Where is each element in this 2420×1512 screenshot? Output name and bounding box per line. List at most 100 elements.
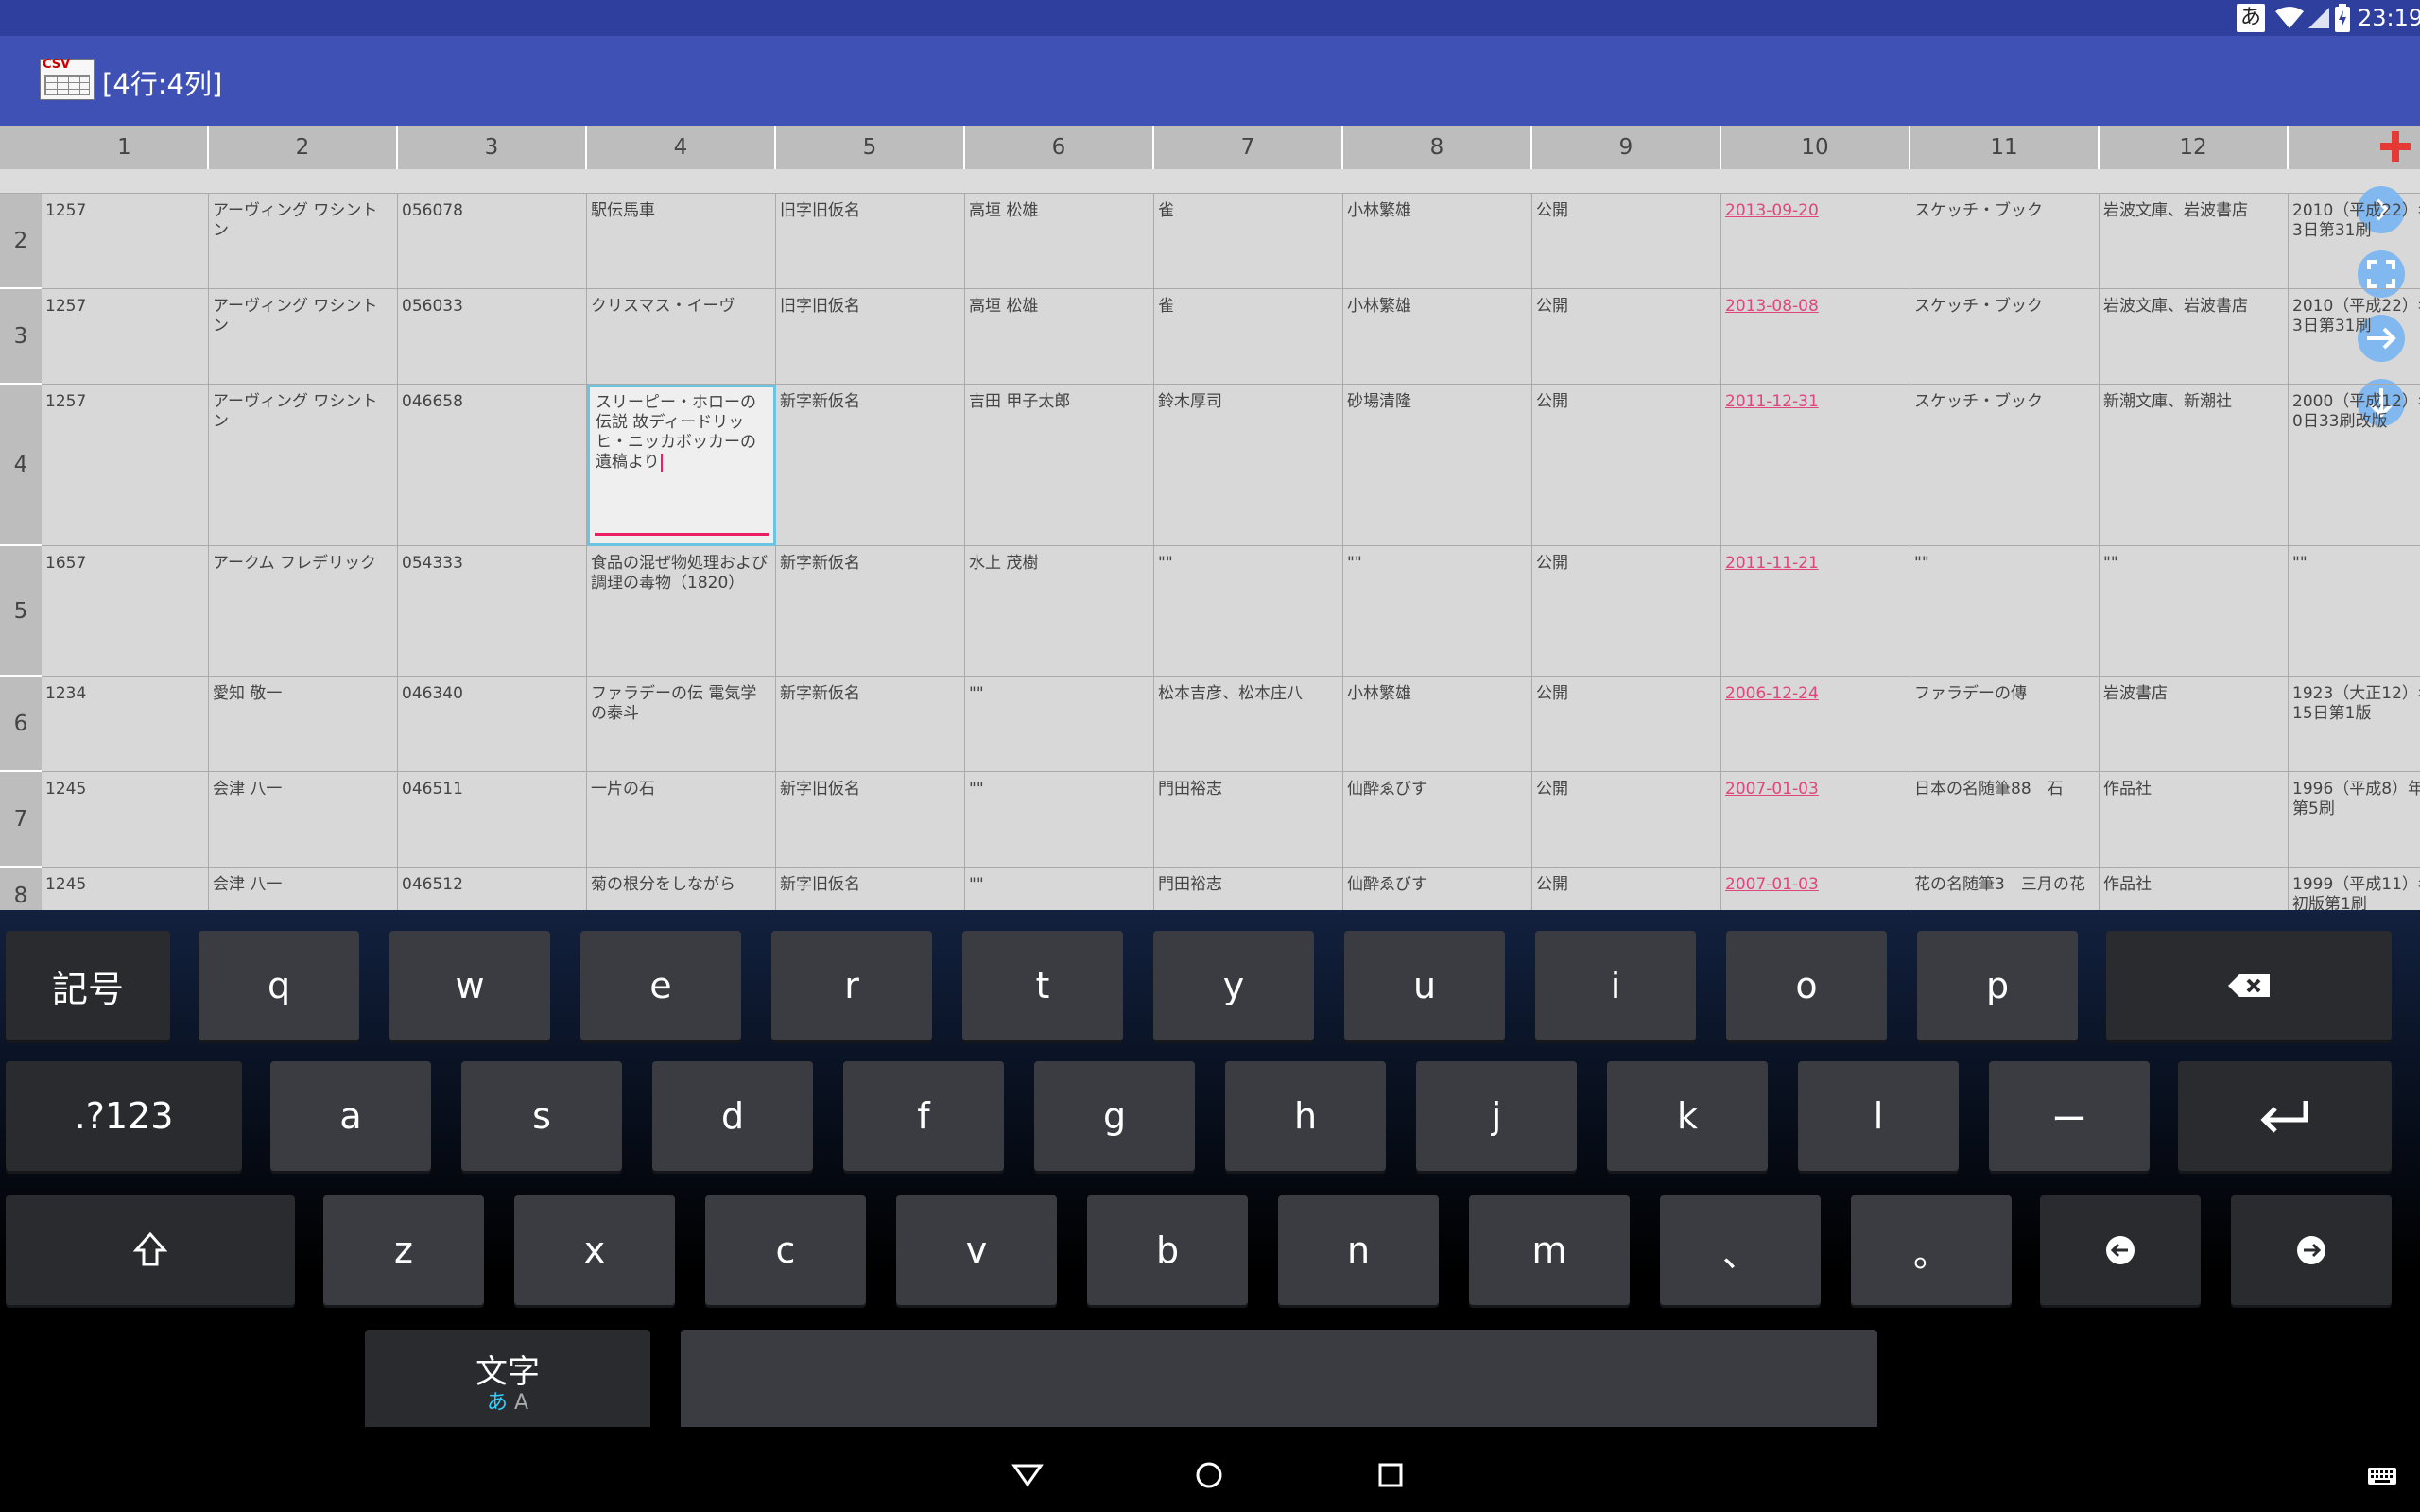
table-cell[interactable]: スケッチ・ブック	[1910, 194, 2100, 289]
key-h[interactable]: h	[1225, 1061, 1386, 1171]
table-cell[interactable]: 1257	[42, 289, 209, 385]
table-cell[interactable]: 雀	[1154, 194, 1343, 289]
table-cell[interactable]: 2000（平成12）年9月20日33刷改版	[2289, 385, 2420, 546]
column-header-6[interactable]: 6	[965, 126, 1154, 169]
table-cell[interactable]: 小林繁雄	[1343, 194, 1532, 289]
table-cell[interactable]: 一片の石	[587, 772, 776, 868]
key-q[interactable]: q	[199, 931, 359, 1040]
table-cell[interactable]: ""	[1343, 546, 1532, 677]
column-header-2[interactable]: 2	[209, 126, 398, 169]
table-cell[interactable]: 会津 八一	[209, 868, 398, 910]
column-header-7[interactable]: 7	[1154, 126, 1343, 169]
table-cell[interactable]: アーヴィング ワシントン	[209, 289, 398, 385]
table-cell[interactable]: 新字旧仮名	[776, 868, 965, 910]
table-cell[interactable]: 水上 茂樹	[965, 546, 1154, 677]
date-link-cell[interactable]: 2006-12-24	[1721, 677, 1910, 772]
space-key[interactable]	[681, 1330, 1877, 1439]
key-g[interactable]: g	[1034, 1061, 1195, 1171]
column-header-9[interactable]: 9	[1532, 126, 1721, 169]
key-s[interactable]: s	[461, 1061, 622, 1171]
table-cell[interactable]: 公開	[1532, 677, 1721, 772]
table-cell[interactable]: 1257	[42, 194, 209, 289]
table-cell[interactable]: 056033	[398, 289, 587, 385]
table-cell[interactable]: 2010（平成22）年3月23日第31刷	[2289, 289, 2420, 385]
table-cell[interactable]: 新字旧仮名	[776, 772, 965, 868]
table-cell[interactable]: 岩波書店	[2100, 677, 2289, 772]
column-header-12[interactable]: 12	[2100, 126, 2289, 169]
table-cell[interactable]: 046512	[398, 868, 587, 910]
table-cell[interactable]: ""	[2289, 546, 2420, 677]
key-e[interactable]: e	[580, 931, 741, 1040]
key-j[interactable]: j	[1416, 1061, 1577, 1171]
table-cell[interactable]: 小林繁雄	[1343, 289, 1532, 385]
input-mode-key[interactable]: 文字 あ A	[365, 1330, 650, 1439]
date-link-cell[interactable]: 2013-09-20	[1721, 194, 1910, 289]
table-cell[interactable]: 吉田 甲子太郎	[965, 385, 1154, 546]
symbols-key[interactable]: 記号	[6, 931, 170, 1040]
table-cell[interactable]: 食品の混ぜ物処理および調理の毒物（1820）	[587, 546, 776, 677]
date-link-cell[interactable]: 2007-01-03	[1721, 772, 1910, 868]
key-p[interactable]: p	[1917, 931, 2078, 1040]
key-a[interactable]: a	[270, 1061, 431, 1171]
table-cell[interactable]: 046340	[398, 677, 587, 772]
table-cell[interactable]: アーヴィング ワシントン	[209, 385, 398, 546]
table-cell[interactable]: 日本の名随筆88 石	[1910, 772, 2100, 868]
column-header-1[interactable]: 1	[42, 126, 209, 169]
key-d[interactable]: d	[652, 1061, 813, 1171]
table-cell[interactable]: 1245	[42, 772, 209, 868]
table-cell[interactable]: ""	[965, 677, 1154, 772]
table-cell[interactable]: 054333	[398, 546, 587, 677]
key-v[interactable]: v	[896, 1195, 1057, 1305]
table-cell[interactable]: 愛知 敬一	[209, 677, 398, 772]
table-cell[interactable]: 1999（平成11）年10日初版第1刷	[2289, 868, 2420, 910]
back-icon[interactable]	[1011, 1463, 1044, 1487]
row-header-8[interactable]: 8	[0, 868, 42, 910]
table-cell[interactable]: 公開	[1532, 289, 1721, 385]
table-cell[interactable]: スケッチ・ブック	[1910, 289, 2100, 385]
table-cell[interactable]: 花の名随筆3 三月の花	[1910, 868, 2100, 910]
key-k[interactable]: k	[1607, 1061, 1768, 1171]
table-cell[interactable]: 仙酔ゑびす	[1343, 772, 1532, 868]
table-cell[interactable]: 砂場清隆	[1343, 385, 1532, 546]
row-header-6[interactable]: 6	[0, 677, 42, 772]
row-header-7[interactable]: 7	[0, 772, 42, 868]
key-z[interactable]: z	[323, 1195, 484, 1305]
table-cell[interactable]: 1657	[42, 546, 209, 677]
table-cell[interactable]: 岩波文庫、岩波書店	[2100, 289, 2289, 385]
table-cell[interactable]: ""	[1910, 546, 2100, 677]
key-symbol-9[interactable]: ー	[1989, 1061, 2150, 1171]
key-i[interactable]: i	[1535, 931, 1696, 1040]
row-header-5[interactable]: 5	[0, 546, 42, 677]
spreadsheet[interactable]: 1 2 3 4 5 6 7 8 9 10 11 12 2 1257 アーヴィング ワシントン 056078 駅…	[0, 126, 2420, 910]
table-cell[interactable]: 新潮文庫、新潮社	[2100, 385, 2289, 546]
row-header-4[interactable]: 4	[0, 385, 42, 546]
table-cell[interactable]: 056078	[398, 194, 587, 289]
active-cell-editor[interactable]: スリーピー・ホローの伝説 故ディードリッヒ・ニッカボッカーの遺稿より	[587, 385, 776, 546]
table-cell[interactable]: ""	[965, 868, 1154, 910]
table-cell[interactable]: 新字新仮名	[776, 677, 965, 772]
key-x[interactable]: x	[514, 1195, 675, 1305]
table-cell[interactable]: 046511	[398, 772, 587, 868]
column-header-10[interactable]: 10	[1721, 126, 1910, 169]
table-cell[interactable]: 会津 八一	[209, 772, 398, 868]
table-cell[interactable]: クリスマス・イーヴ	[587, 289, 776, 385]
date-link-cell[interactable]: 2011-12-31	[1721, 385, 1910, 546]
table-cell[interactable]: 公開	[1532, 385, 1721, 546]
table-cell[interactable]: 1234	[42, 677, 209, 772]
table-cell[interactable]: 松本吉彦、松本庄八	[1154, 677, 1343, 772]
date-link-cell[interactable]: 2013-08-08	[1721, 289, 1910, 385]
cursor-right-key[interactable]	[2231, 1195, 2392, 1305]
column-header-4[interactable]: 4	[587, 126, 776, 169]
key-u[interactable]: u	[1344, 931, 1505, 1040]
table-cell[interactable]: 公開	[1532, 546, 1721, 677]
key-t[interactable]: t	[962, 931, 1123, 1040]
numeric-key[interactable]: .?123	[6, 1061, 242, 1171]
table-cell[interactable]: 高垣 松雄	[965, 194, 1154, 289]
key-c[interactable]: c	[705, 1195, 866, 1305]
table-cell[interactable]: 門田裕志	[1154, 868, 1343, 910]
table-cell[interactable]: 仙酔ゑびす	[1343, 868, 1532, 910]
table-cell[interactable]: 新字新仮名	[776, 385, 965, 546]
table-cell[interactable]: ""	[2100, 546, 2289, 677]
table-cell[interactable]: 雀	[1154, 289, 1343, 385]
table-cell[interactable]: アーヴィング ワシントン	[209, 194, 398, 289]
